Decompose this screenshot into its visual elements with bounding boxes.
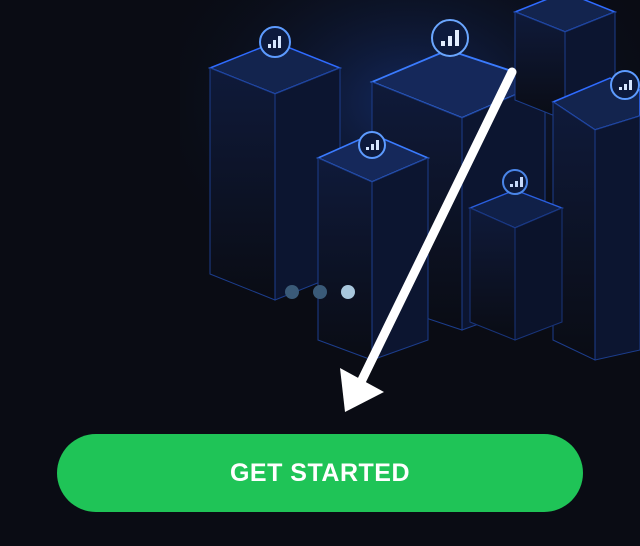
signal-bars-icon [259, 26, 291, 58]
tower [468, 189, 564, 341]
page-dot [313, 285, 327, 299]
signal-bars-icon [431, 19, 469, 57]
signal-bars-icon [610, 70, 640, 100]
signal-bars-icon [502, 169, 528, 195]
page-dot-active [341, 285, 355, 299]
isometric-towers-illustration [180, 0, 640, 361]
onboarding-screen: GET STARTED [0, 0, 640, 546]
page-indicator [0, 285, 640, 299]
tower [316, 133, 431, 361]
get-started-button[interactable]: GET STARTED [57, 434, 583, 512]
page-dot [285, 285, 299, 299]
signal-bars-icon [358, 131, 386, 159]
tower [551, 77, 640, 361]
